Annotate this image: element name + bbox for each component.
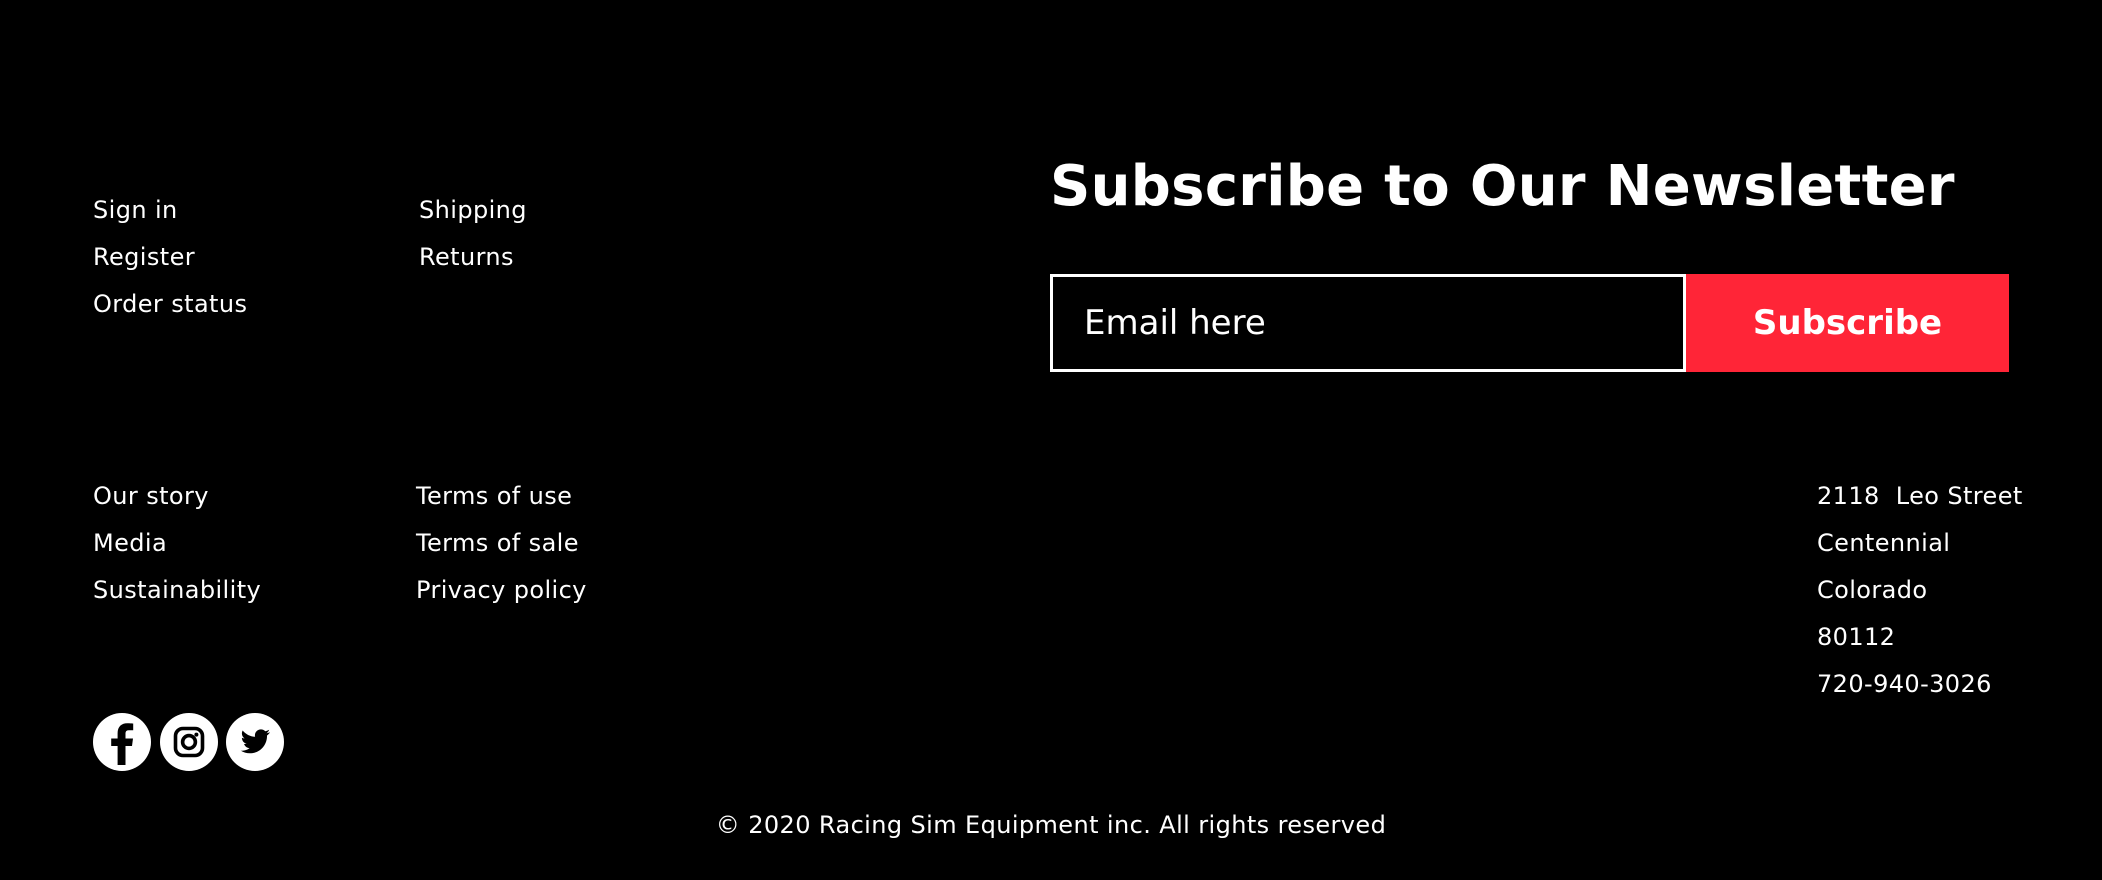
address-city: Centennial xyxy=(1817,529,1951,557)
footer-link-shipping[interactable]: Shipping xyxy=(419,195,527,225)
footer-link-media[interactable]: Media xyxy=(93,528,167,558)
footer-link-terms-of-sale[interactable]: Terms of sale xyxy=(416,528,579,558)
address-state: Colorado xyxy=(1817,576,1928,604)
address-street: 2118 Leo Street xyxy=(1817,482,2023,510)
footer-link-register[interactable]: Register xyxy=(93,242,195,272)
footer-link-sign-in[interactable]: Sign in xyxy=(93,195,178,225)
twitter-link[interactable] xyxy=(226,713,284,771)
twitter-icon xyxy=(240,729,270,754)
copyright-text: © 2020 Racing Sim Equipment inc. All rig… xyxy=(715,811,1387,839)
footer-link-terms-of-use[interactable]: Terms of use xyxy=(416,481,572,511)
address-zip: 80112 xyxy=(1817,623,1896,651)
email-field[interactable] xyxy=(1053,277,1683,369)
newsletter-heading: Subscribe to Our Newsletter xyxy=(1050,154,1955,219)
footer-link-returns[interactable]: Returns xyxy=(419,242,514,272)
address-phone: 720-940-3026 xyxy=(1817,670,1992,698)
facebook-icon xyxy=(111,723,134,765)
subscribe-button[interactable]: Subscribe xyxy=(1686,274,2009,372)
instagram-icon xyxy=(173,726,205,758)
facebook-link[interactable] xyxy=(93,713,151,771)
instagram-link[interactable] xyxy=(160,713,218,771)
footer-link-sustainability[interactable]: Sustainability xyxy=(93,575,261,605)
footer-link-our-story[interactable]: Our story xyxy=(93,481,209,511)
footer-link-privacy-policy[interactable]: Privacy policy xyxy=(416,575,587,605)
footer-link-order-status[interactable]: Order status xyxy=(93,289,247,319)
email-field-container xyxy=(1050,274,1686,372)
